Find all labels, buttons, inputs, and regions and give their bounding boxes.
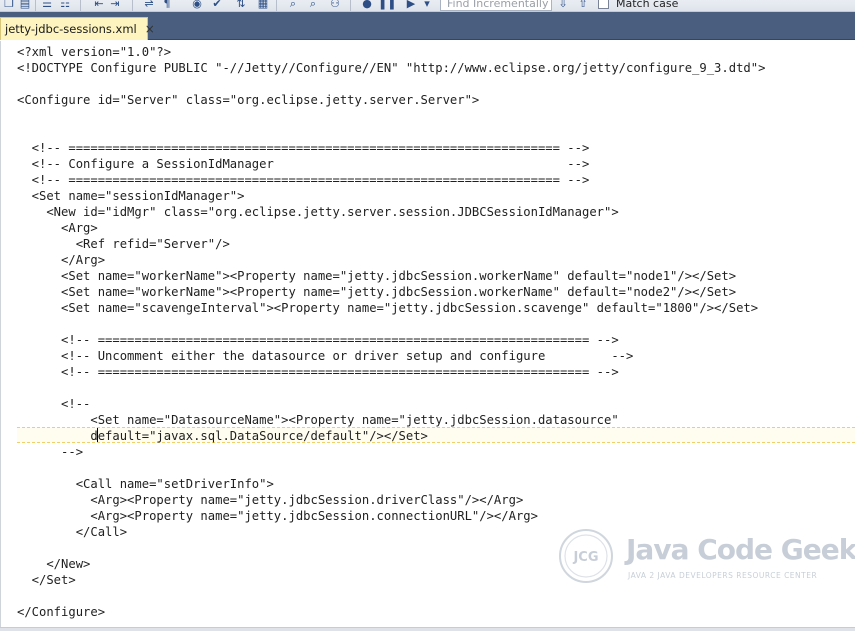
indent-icon[interactable]: ⇥ (108, 0, 122, 11)
logo-tagline: JAVA 2 JAVA DEVELOPERS RESOURCE CENTER (628, 571, 818, 580)
toolbar-overflow-icon[interactable]: ▾ (420, 0, 434, 11)
copy-icon[interactable]: ❐ (2, 0, 16, 11)
comment-icon[interactable]: ☰ (40, 0, 54, 11)
code-line: <Set name="sessionIdManager"> (17, 189, 245, 203)
tab-jetty-jdbc-sessions[interactable]: jetty-jdbc-sessions.xml × (0, 17, 155, 40)
code-line: <!-- Configure a SessionIdManager --> (17, 157, 590, 171)
horizontal-scrollbar[interactable] (0, 627, 855, 631)
wrap-icon[interactable]: ⇌ (142, 0, 156, 11)
code-line: <Arg> (17, 221, 98, 235)
uncomment-icon[interactable]: ☷ (58, 0, 72, 11)
code-line: <!-- ===================================… (17, 173, 590, 187)
close-icon[interactable]: × (145, 23, 155, 35)
code-line: default="javax.sql.DataSource/default"/>… (17, 429, 428, 443)
java-code-geeks-logo: JCG Java Code Geeks JAVA 2 JAVA DEVELOPE… (556, 525, 855, 587)
code-line: <Set name="scavengeInterval"><Property n… (17, 301, 759, 315)
code-line: <!-- ===================================… (17, 365, 619, 379)
code-line: </Set> (17, 573, 76, 587)
toolbar-separator (276, 0, 277, 11)
find-icon[interactable]: ⌕ (286, 0, 300, 11)
match-case-toggle[interactable]: Match case (598, 0, 678, 11)
text-caret (97, 428, 98, 442)
code-line: <!-- (17, 397, 91, 411)
find-previous-icon[interactable]: ⇧ (576, 0, 590, 11)
code-line: <New id="idMgr" class="org.eclipse.jetty… (17, 205, 619, 219)
code-line: <Ref refid="Server"/> (17, 237, 230, 251)
find-next-icon[interactable]: ⇩ (556, 0, 570, 11)
code-line: <!DOCTYPE Configure PUBLIC "-//Jetty//Co… (17, 61, 766, 75)
code-line: </New> (17, 557, 91, 571)
tab-label: jetty-jdbc-sessions.xml (5, 22, 137, 36)
match-case-checkbox[interactable] (598, 0, 609, 9)
code-line: <!-- ===================================… (17, 333, 619, 347)
toolbar-separator (80, 0, 81, 11)
code-line: <Arg><Property name="jetty.jdbcSession.c… (17, 509, 538, 523)
code-line: <?xml version="1.0"?> (17, 45, 172, 59)
code-line: <Set name="DatasourceName"><Property nam… (17, 413, 619, 427)
binoculars-icon[interactable]: ⚇ (328, 0, 342, 11)
paste-icon[interactable]: ▤ (18, 0, 32, 11)
code-line: </Call> (17, 525, 128, 539)
toolbar-separator (35, 0, 36, 11)
code-line: <!-- ===================================… (17, 141, 590, 155)
toolbar: ❐ ▤ ☰ ☷ ⇤ ⇥ ⇌ ¶ ◉ ✔ ⇅ ▦ ⌕ ⌕ ⚇ ● ❚❚ ▶ ▾ F… (0, 0, 855, 12)
code-editor[interactable]: <?xml version="1.0"?> <!DOCTYPE Configure… (0, 41, 855, 631)
outdent-icon[interactable]: ⇤ (92, 0, 106, 11)
code-line: <Set name="workerName"><Property name="j… (17, 285, 737, 299)
globe-icon[interactable]: ◉ (190, 0, 204, 11)
code-line: <Call name="setDriverInfo"> (17, 477, 274, 491)
match-case-label: Match case (616, 0, 679, 10)
sort-icon[interactable]: ⇅ (234, 0, 248, 11)
code-line: </Configure> (17, 605, 106, 619)
code-line: <!-- Uncomment either the datasource or … (17, 349, 634, 363)
toolbar-separator (350, 0, 351, 11)
toolbar-separator (132, 0, 133, 11)
jcg-badge-icon: JCG (559, 529, 613, 583)
editor-tab-bar: jetty-jdbc-sessions.xml × (0, 12, 855, 40)
svg-text:JCG: JCG (572, 550, 598, 565)
pause-macro-icon[interactable]: ❚❚ (378, 0, 396, 11)
code-line: --> (17, 445, 84, 459)
code-line: <Configure id="Server" class="org.eclips… (17, 93, 480, 107)
code-line: <Set name="workerName"><Property name="j… (17, 269, 737, 283)
find-replace-icon[interactable]: ⌕ (306, 0, 320, 11)
validate-icon[interactable]: ✔ (210, 0, 224, 11)
find-incrementally-input[interactable]: Find Incrementally (440, 0, 552, 11)
play-macro-icon[interactable]: ▶ (404, 0, 418, 11)
schema-icon[interactable]: ▦ (256, 0, 270, 11)
record-macro-icon[interactable]: ● (360, 0, 374, 11)
code-line: <Arg><Property name="jetty.jdbcSession.d… (17, 493, 524, 507)
code-line: </Arg> (17, 253, 106, 267)
logo-brand-text: Java Code Geeks (626, 533, 855, 566)
paragraph-icon[interactable]: ¶ (160, 0, 174, 11)
